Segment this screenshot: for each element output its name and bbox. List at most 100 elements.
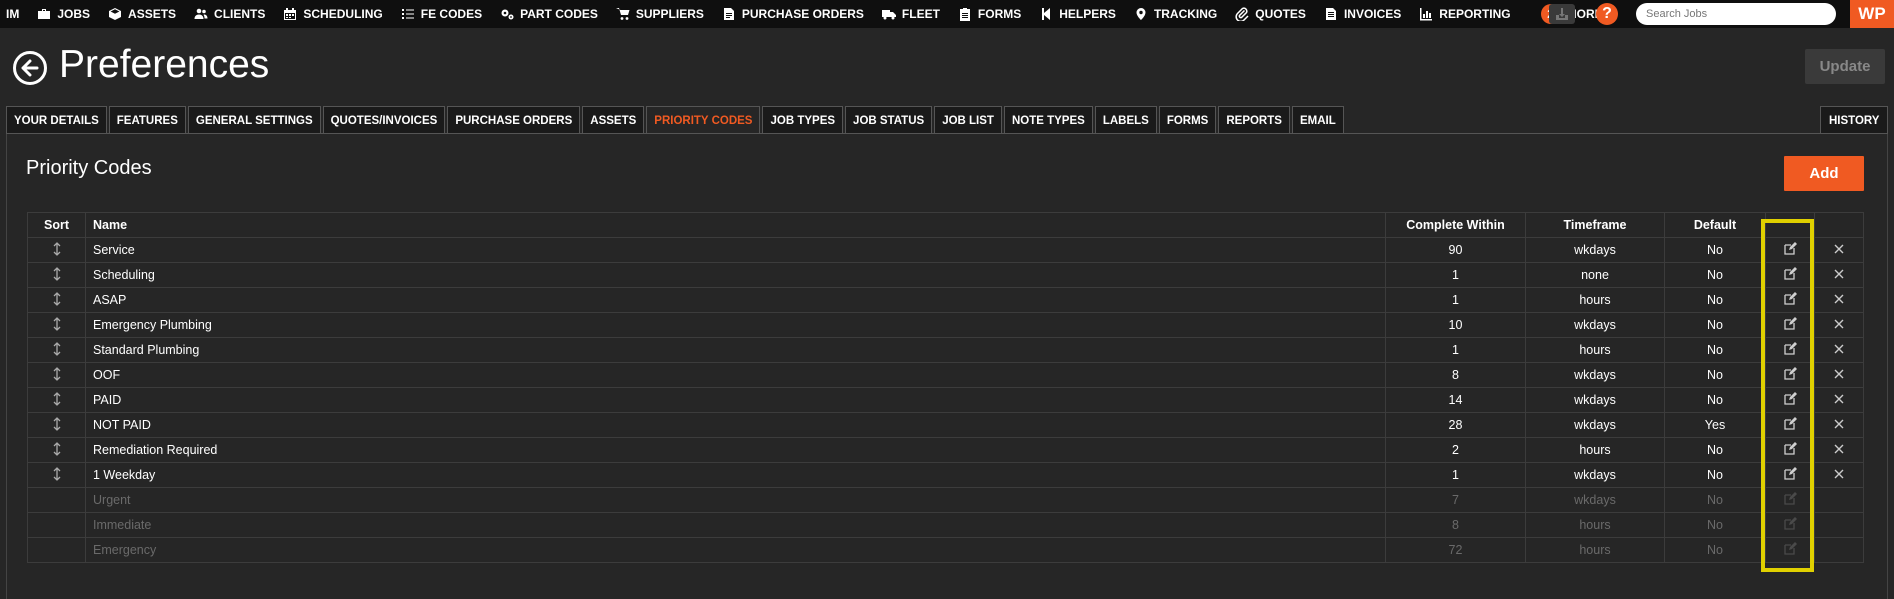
tab-job-status[interactable]: JOB STATUS — [845, 106, 933, 134]
drag-handle-icon[interactable] — [52, 441, 62, 456]
nav-item-reporting[interactable]: REPORTING — [1410, 0, 1519, 28]
nav-item-helpers[interactable]: HELPERS — [1030, 0, 1125, 28]
drag-handle-icon[interactable] — [52, 466, 62, 481]
edit-icon[interactable] — [1783, 442, 1797, 455]
nav-item-fe-codes[interactable]: FE CODES — [392, 0, 491, 28]
nav-item-fleet[interactable]: FLEET — [873, 0, 949, 28]
header-name[interactable]: Name — [85, 212, 1386, 238]
tab-history[interactable]: HISTORY — [1820, 106, 1889, 134]
tab-reports[interactable]: REPORTS — [1218, 106, 1290, 134]
delete-icon[interactable] — [1834, 369, 1844, 379]
edit-icon[interactable] — [1783, 367, 1797, 380]
download-button[interactable] — [1549, 4, 1575, 24]
nav-item-purchase-orders[interactable]: PURCHASE ORDERS — [713, 0, 873, 28]
help-button[interactable]: ? — [1596, 3, 1618, 25]
update-button[interactable]: Update — [1805, 49, 1885, 84]
header-sort[interactable]: Sort — [27, 212, 86, 238]
edit-icon[interactable] — [1783, 317, 1797, 330]
delete-cell — [1814, 287, 1864, 313]
back-button[interactable] — [13, 51, 47, 85]
nav-item-invoices[interactable]: INVOICES — [1315, 0, 1410, 28]
delete-icon[interactable] — [1834, 444, 1844, 454]
delete-icon[interactable] — [1834, 244, 1844, 254]
tab-priority-codes[interactable]: PRIORITY CODES — [646, 106, 761, 134]
nav-item-part-codes[interactable]: PART CODES — [491, 0, 607, 28]
default-cell: No — [1664, 437, 1766, 463]
timeframe-cell: wkdays — [1525, 462, 1665, 488]
delete-icon[interactable] — [1834, 419, 1844, 429]
drag-handle-icon[interactable] — [52, 341, 62, 356]
nav-item-suppliers[interactable]: SUPPLIERS — [607, 0, 713, 28]
edit-icon[interactable] — [1783, 467, 1797, 480]
tab-forms[interactable]: FORMS — [1158, 106, 1217, 134]
drag-handle-icon[interactable] — [52, 291, 62, 306]
delete-icon[interactable] — [1834, 294, 1844, 304]
nav-item-tracking[interactable]: TRACKING — [1125, 0, 1226, 28]
tab-email[interactable]: EMAIL — [1291, 106, 1344, 134]
edit-cell — [1765, 287, 1815, 313]
arrow-left-icon — [21, 59, 39, 77]
tab-your-details[interactable]: YOUR DETAILS — [6, 106, 107, 134]
map-marker-icon — [1134, 7, 1148, 21]
drag-handle-icon[interactable] — [52, 241, 62, 256]
delete-icon[interactable] — [1834, 344, 1844, 354]
download-icon — [1556, 8, 1568, 20]
table-row: Immediate 8 hours No — [27, 512, 1864, 538]
search-input[interactable] — [1636, 3, 1836, 25]
header-complete-within[interactable]: Complete Within — [1385, 212, 1526, 238]
timeframe-cell: wkdays — [1525, 312, 1665, 338]
timeframe-cell: hours — [1525, 437, 1665, 463]
truck-icon — [881, 7, 896, 21]
invoice-icon — [1324, 7, 1338, 21]
drag-handle-icon[interactable] — [52, 316, 62, 331]
clipboard-icon — [958, 7, 972, 21]
nav-item-quotes[interactable]: QUOTES — [1226, 0, 1315, 28]
edit-cell — [1765, 337, 1815, 363]
nav-item-assets[interactable]: ASSETS — [99, 0, 185, 28]
header-timeframe[interactable]: Timeframe — [1525, 212, 1665, 238]
cube-icon — [108, 7, 122, 21]
delete-icon[interactable] — [1834, 269, 1844, 279]
list-icon — [401, 7, 415, 21]
drag-handle-icon[interactable] — [52, 266, 62, 281]
table-row: OOF 8 wkdays No — [27, 362, 1864, 388]
delete-icon[interactable] — [1834, 319, 1844, 329]
drag-handle-icon[interactable] — [52, 391, 62, 406]
complete-within-cell: 7 — [1385, 487, 1526, 513]
tab-job-types[interactable]: JOB TYPES — [762, 106, 844, 134]
header-default[interactable]: Default — [1664, 212, 1766, 238]
edit-icon[interactable] — [1783, 242, 1797, 255]
tab-note-types[interactable]: NOTE TYPES — [1003, 106, 1093, 134]
nav-item-jobs[interactable]: JOBS — [28, 0, 99, 28]
nav-item-label: QUOTES — [1255, 7, 1306, 21]
drag-handle-icon[interactable] — [52, 416, 62, 431]
sort-cell — [27, 262, 86, 288]
tab-job-list[interactable]: JOB LIST — [934, 106, 1002, 134]
edit-icon[interactable] — [1783, 267, 1797, 280]
drag-handle-icon[interactable] — [52, 366, 62, 381]
tab-assets[interactable]: ASSETS — [582, 106, 645, 134]
add-button[interactable]: Add — [1784, 156, 1864, 191]
edit-icon[interactable] — [1783, 342, 1797, 355]
tab-purchase-orders[interactable]: PURCHASE ORDERS — [447, 106, 581, 134]
cart-icon — [615, 7, 630, 21]
default-cell: No — [1664, 462, 1766, 488]
edit-icon[interactable] — [1783, 392, 1797, 405]
tab-features[interactable]: FEATURES — [108, 106, 186, 134]
edit-icon[interactable] — [1783, 417, 1797, 430]
sort-cell — [27, 237, 86, 263]
edit-icon[interactable] — [1783, 292, 1797, 305]
delete-icon[interactable] — [1834, 394, 1844, 404]
nav-item-forms[interactable]: FORMS — [949, 0, 1030, 28]
nav-item-clients[interactable]: CLIENTS — [185, 0, 274, 28]
nav-item-scheduling[interactable]: SCHEDULING — [274, 0, 391, 28]
tab-general-settings[interactable]: GENERAL SETTINGS — [187, 106, 321, 134]
delete-icon[interactable] — [1834, 469, 1844, 479]
nav-item-im[interactable]: IM — [0, 0, 28, 28]
tab-labels[interactable]: LABELS — [1094, 106, 1157, 134]
complete-within-cell: 72 — [1385, 537, 1526, 563]
tab-quotes-invoices[interactable]: QUOTES/INVOICES — [322, 106, 446, 134]
brand-logo[interactable]: WP — [1850, 0, 1894, 28]
sort-cell — [27, 337, 86, 363]
timeframe-cell: hours — [1525, 512, 1665, 538]
